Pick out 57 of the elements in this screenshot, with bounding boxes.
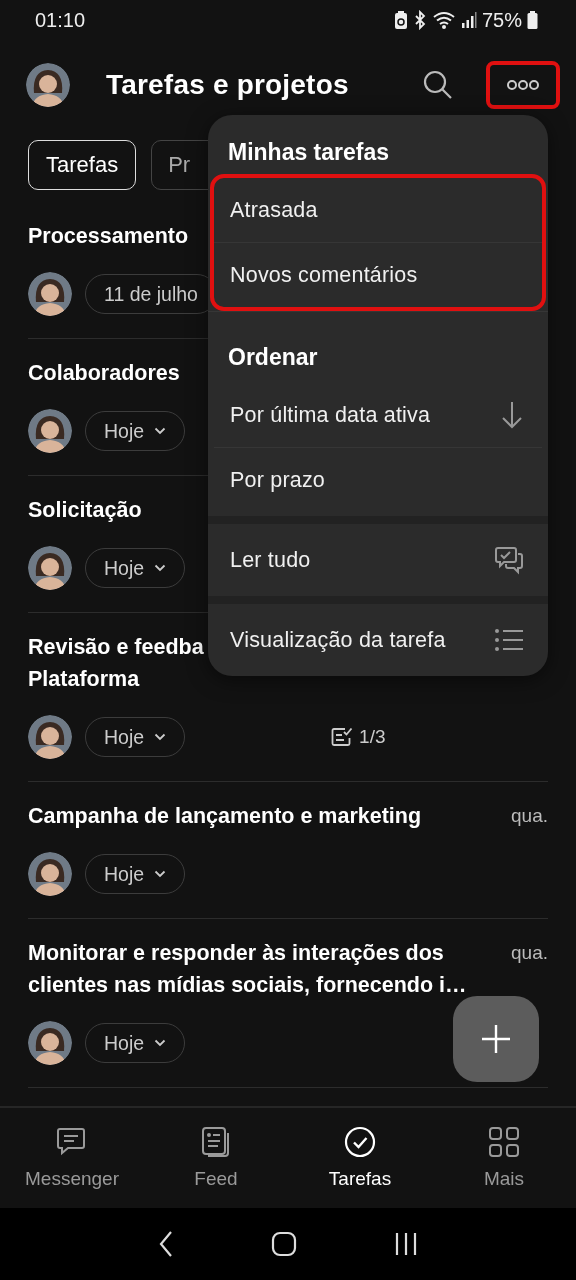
avatar [28,852,72,896]
menu-item[interactable]: Ler tudo [214,528,542,592]
chat-check-icon [494,545,524,575]
avatar [28,546,72,590]
chevron-down-icon [154,564,167,572]
menu-section-heading: Ordenar [227,343,319,372]
chevron-down-icon [154,1039,167,1047]
wifi-icon [431,10,456,30]
nav-tab[interactable]: Tarefas [288,1108,432,1208]
search-icon[interactable] [422,69,454,101]
avatar [28,272,72,316]
bluetooth-icon [412,10,427,30]
avatar [28,715,72,759]
task-date: qua. [511,941,548,965]
avatar [28,1021,72,1065]
task-title[interactable]: Monitorar e responder às interações dos clientes nas mídias sociais, fornecendo i… [28,937,467,1001]
check-circle-icon [344,1126,376,1158]
battery-level: 75% [481,8,522,32]
grid-icon [488,1126,520,1158]
task-date: qua. [511,804,548,828]
filter-tab[interactable]: Tarefas [28,140,137,190]
menu-item[interactable]: Por última data ativa [214,383,542,447]
battery-saver-icon [393,10,408,30]
menu-item[interactable]: Por prazo [214,447,542,512]
back-icon[interactable] [158,1230,175,1258]
chevron-down-icon [154,870,167,878]
battery-icon [527,10,538,30]
task-title[interactable]: Campanha de lançamento e marketing [28,800,422,832]
task-title[interactable]: Colaboradores [28,357,180,389]
page-title: Tarefas e projetos [106,69,350,101]
more-button[interactable] [486,61,560,109]
nav-tab[interactable]: Mais [432,1108,576,1208]
arrow-down-icon [500,400,524,430]
menu-item[interactable]: Novos comentários [214,242,542,307]
status-time: 01:10 [35,8,86,32]
task-title[interactable]: Processamento [28,220,189,252]
plus-icon [481,1024,511,1054]
signal-icon [460,10,477,30]
menu-item[interactable]: Visualização da tarefa [214,608,542,672]
menu-section-heading: Minhas tarefas [227,138,391,167]
nav-tab[interactable]: Messenger [0,1108,144,1208]
chevron-down-icon [154,733,167,741]
task-title[interactable]: Solicitação [28,494,142,526]
avatar [28,409,72,453]
document-icon [200,1126,232,1158]
chevron-down-icon [154,427,167,435]
nav-tab[interactable]: Feed [144,1108,288,1208]
avatar [26,63,70,107]
task-title[interactable]: Revisão e feedba Plataforma [28,631,204,695]
more-icon [506,79,540,91]
chat-icon [56,1126,88,1158]
recents-icon[interactable] [393,1232,418,1256]
add-button[interactable] [453,996,539,1082]
list-icon [494,627,524,653]
checklist-count: 1/3 [359,726,386,748]
home-icon[interactable] [271,1231,297,1257]
checklist-icon [331,727,354,747]
